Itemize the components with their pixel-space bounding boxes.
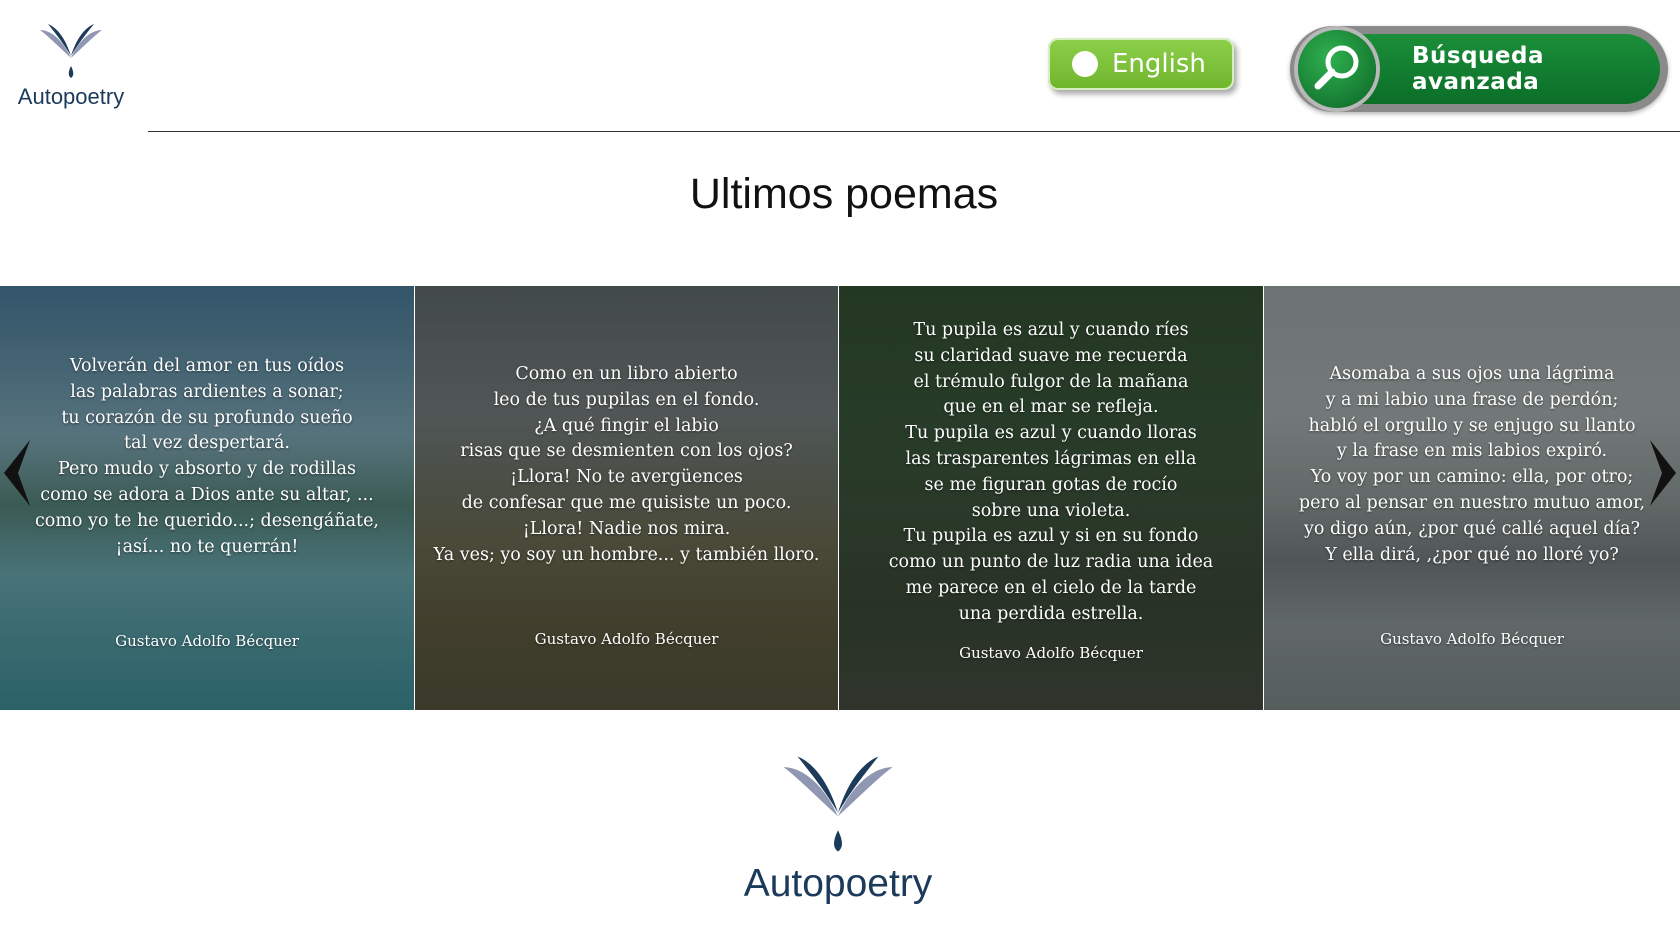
magnifier-icon-badge [1298, 30, 1376, 108]
footer-logo[interactable]: Autopoetry [730, 748, 946, 908]
poem-author: Gustavo Adolfo Bécquer [959, 644, 1143, 662]
carousel-prev-button[interactable] [0, 438, 34, 508]
advanced-search-button[interactable]: Búsqueda avanzada [1290, 26, 1668, 112]
poem-card[interactable]: Volverán del amor en tus oídos las palab… [0, 286, 414, 710]
advanced-search-label: Búsqueda avanzada [1412, 43, 1545, 95]
magnifier-icon [1314, 45, 1359, 90]
page-title: Ultimos poemas [689, 170, 999, 218]
poem-text: Como en un libro abierto leo de tus pupi… [433, 364, 820, 565]
poem-author: Gustavo Adolfo Bécquer [115, 632, 299, 650]
poem-card[interactable]: Asomaba a sus ojos una lágrima y a mi la… [1264, 286, 1680, 710]
header-logo-text: Autopoetry [17, 84, 125, 109]
poem-author: Gustavo Adolfo Bécquer [1380, 630, 1564, 648]
language-toggle[interactable]: English [1048, 38, 1234, 90]
poem-card[interactable]: Como en un libro abierto leo de tus pupi… [415, 286, 838, 710]
toggle-knob [1072, 51, 1098, 77]
carousel-next-button[interactable] [1646, 438, 1680, 508]
header-divider [148, 131, 1680, 132]
chevron-left-icon [4, 440, 30, 506]
chevron-right-icon [1650, 440, 1676, 506]
header: Autopoetry English Búsqueda avanzada [0, 0, 1680, 132]
footer-logo-text: Autopoetry [743, 862, 933, 905]
advanced-search-body: Búsqueda avanzada [1298, 30, 1660, 108]
poem-author: Gustavo Adolfo Bécquer [534, 630, 719, 648]
poem-card[interactable]: Tu pupila es azul y cuando ríes su clari… [839, 286, 1263, 710]
book-drop-logo-icon [40, 24, 102, 78]
book-drop-logo-icon [783, 756, 893, 852]
poem-text: Asomaba a sus ojos una lágrima y a mi la… [1298, 364, 1646, 565]
poem-text: Tu pupila es azul y cuando ríes su clari… [888, 320, 1214, 624]
header-logo[interactable]: Autopoetry [12, 20, 130, 114]
language-label: English [1112, 49, 1206, 79]
poems-carousel: Volverán del amor en tus oídos las palab… [0, 286, 1680, 710]
poem-text: Volverán del amor en tus oídos las palab… [35, 356, 379, 557]
